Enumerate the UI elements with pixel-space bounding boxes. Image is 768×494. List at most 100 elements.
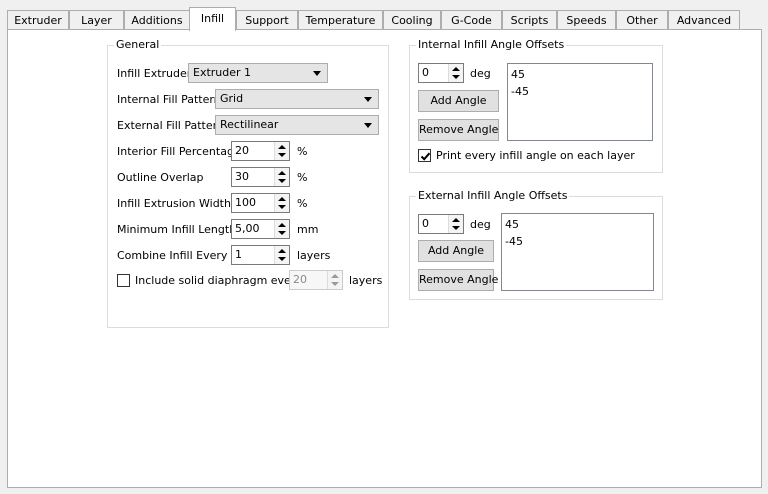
arrow-down-icon bbox=[278, 153, 286, 157]
interior-fill-percentage-value: 20 bbox=[235, 144, 249, 157]
arrow-down-icon bbox=[278, 231, 286, 235]
internal-remove-angle-button[interactable]: Remove Angle bbox=[418, 119, 499, 141]
arrow-up-icon bbox=[331, 274, 339, 278]
arrow-up-icon bbox=[278, 197, 286, 201]
minimum-infill-length-spinbox[interactable]: 5,00 bbox=[231, 219, 290, 239]
list-item[interactable]: 45 bbox=[511, 66, 649, 83]
internal-angle-spinbox[interactable]: 0 bbox=[418, 63, 464, 83]
internal-offsets-title: Internal Infill Angle Offsets bbox=[416, 38, 567, 52]
tab-infill[interactable]: Infill bbox=[189, 7, 236, 31]
arrow-down-icon bbox=[452, 226, 460, 230]
external-angles-list[interactable]: 45 -45 bbox=[501, 213, 654, 291]
outline-overlap-unit: % bbox=[297, 171, 308, 184]
checkmark-icon bbox=[420, 152, 431, 161]
combine-infill-every-label: Combine Infill Every bbox=[117, 249, 228, 262]
tab-cooling[interactable]: Cooling bbox=[383, 10, 441, 30]
internal-fill-pattern-value: Grid bbox=[220, 92, 244, 105]
internal-offsets-group: Internal Infill Angle Offsets 0 deg Add … bbox=[409, 38, 663, 173]
chevron-down-icon bbox=[364, 97, 372, 102]
external-angle-value: 0 bbox=[422, 217, 429, 230]
solid-diaphragm-value: 20 bbox=[293, 273, 307, 286]
spin-buttons[interactable] bbox=[274, 246, 289, 264]
list-item[interactable]: -45 bbox=[511, 83, 649, 100]
infill-extrusion-width-spinbox[interactable]: 100 bbox=[231, 193, 290, 213]
infill-extrusion-width-unit: % bbox=[297, 197, 308, 210]
arrow-up-icon bbox=[278, 171, 286, 175]
arrow-up-icon bbox=[452, 218, 460, 222]
interior-fill-percentage-spinbox[interactable]: 20 bbox=[231, 141, 290, 161]
external-fill-pattern-select[interactable]: Rectilinear bbox=[215, 115, 379, 135]
tab-speeds[interactable]: Speeds bbox=[557, 10, 616, 30]
tab-support[interactable]: Support bbox=[236, 10, 298, 30]
print-every-angle-checkbox[interactable] bbox=[418, 149, 431, 162]
outline-overlap-label: Outline Overlap bbox=[117, 171, 204, 184]
print-every-angle-label: Print every infill angle on each layer bbox=[436, 149, 635, 162]
arrow-down-icon bbox=[452, 75, 460, 79]
arrow-up-icon bbox=[278, 249, 286, 253]
tab-gcode[interactable]: G-Code bbox=[441, 10, 502, 30]
internal-add-angle-button[interactable]: Add Angle bbox=[418, 90, 499, 112]
external-fill-pattern-value: Rectilinear bbox=[220, 118, 279, 131]
tab-bar: Extruder Layer Additions Infill Support … bbox=[0, 0, 768, 31]
arrow-up-icon bbox=[278, 145, 286, 149]
tab-temperature[interactable]: Temperature bbox=[298, 10, 383, 30]
internal-fill-pattern-select[interactable]: Grid bbox=[215, 89, 379, 109]
infill-extrusion-width-value: 100 bbox=[235, 196, 256, 209]
infill-extrusion-width-label: Infill Extrusion Width bbox=[117, 197, 231, 210]
external-angle-spinbox[interactable]: 0 bbox=[418, 214, 464, 234]
tab-other[interactable]: Other bbox=[616, 10, 668, 30]
list-item[interactable]: 45 bbox=[505, 216, 650, 233]
solid-diaphragm-checkbox[interactable] bbox=[117, 274, 130, 287]
arrow-up-icon bbox=[452, 67, 460, 71]
minimum-infill-length-label: Minimum Infill Length bbox=[117, 223, 237, 236]
tab-advanced[interactable]: Advanced bbox=[668, 10, 740, 30]
interior-fill-percentage-label: Interior Fill Percentage bbox=[117, 145, 241, 158]
combine-infill-every-spinbox[interactable]: 1 bbox=[231, 245, 290, 265]
minimum-infill-length-value: 5,00 bbox=[235, 222, 260, 235]
infill-tab-panel: General Infill Extruder Extruder 1 Inter… bbox=[7, 29, 762, 488]
external-add-angle-button[interactable]: Add Angle bbox=[418, 240, 494, 262]
internal-angles-list[interactable]: 45 -45 bbox=[507, 63, 653, 141]
tab-extruder[interactable]: Extruder bbox=[7, 10, 69, 30]
infill-extruder-label: Infill Extruder bbox=[117, 67, 192, 80]
internal-angle-unit: deg bbox=[470, 67, 491, 80]
arrow-down-icon bbox=[278, 179, 286, 183]
chevron-down-icon bbox=[313, 71, 321, 76]
spin-buttons[interactable] bbox=[274, 220, 289, 238]
external-angle-unit: deg bbox=[470, 218, 491, 231]
internal-fill-pattern-label: Internal Fill Pattern bbox=[117, 93, 221, 106]
spin-buttons[interactable] bbox=[448, 64, 463, 82]
spin-buttons[interactable] bbox=[327, 271, 342, 289]
external-offsets-group: External Infill Angle Offsets 0 deg Add … bbox=[409, 189, 663, 300]
spin-buttons[interactable] bbox=[274, 168, 289, 186]
infill-extruder-value: Extruder 1 bbox=[193, 66, 252, 79]
chevron-down-icon bbox=[364, 123, 372, 128]
solid-diaphragm-spinbox[interactable]: 20 bbox=[289, 270, 343, 290]
arrow-down-icon bbox=[278, 257, 286, 261]
tab-layer[interactable]: Layer bbox=[69, 10, 124, 30]
general-group: General Infill Extruder Extruder 1 Inter… bbox=[107, 38, 389, 328]
spin-buttons[interactable] bbox=[274, 194, 289, 212]
external-remove-angle-button[interactable]: Remove Angle bbox=[418, 269, 498, 291]
list-item[interactable]: -45 bbox=[505, 233, 650, 250]
tab-scripts[interactable]: Scripts bbox=[502, 10, 557, 30]
minimum-infill-length-unit: mm bbox=[297, 223, 319, 236]
external-offsets-title: External Infill Angle Offsets bbox=[416, 189, 570, 203]
outline-overlap-value: 30 bbox=[235, 170, 249, 183]
solid-diaphragm-label: Include solid diaphragm every bbox=[135, 274, 302, 287]
infill-extruder-select[interactable]: Extruder 1 bbox=[188, 63, 328, 83]
arrow-up-icon bbox=[278, 223, 286, 227]
general-group-title: General bbox=[114, 38, 162, 52]
interior-fill-percentage-unit: % bbox=[297, 145, 308, 158]
internal-angle-value: 0 bbox=[422, 66, 429, 79]
combine-infill-every-value: 1 bbox=[235, 248, 242, 261]
solid-diaphragm-unit: layers bbox=[349, 274, 383, 287]
spin-buttons[interactable] bbox=[448, 215, 463, 233]
spin-buttons[interactable] bbox=[274, 142, 289, 160]
arrow-down-icon bbox=[278, 205, 286, 209]
arrow-down-icon bbox=[331, 282, 339, 286]
tab-additions[interactable]: Additions bbox=[124, 10, 190, 30]
external-fill-pattern-label: External Fill Pattern bbox=[117, 119, 224, 132]
combine-infill-every-unit: layers bbox=[297, 249, 331, 262]
outline-overlap-spinbox[interactable]: 30 bbox=[231, 167, 290, 187]
